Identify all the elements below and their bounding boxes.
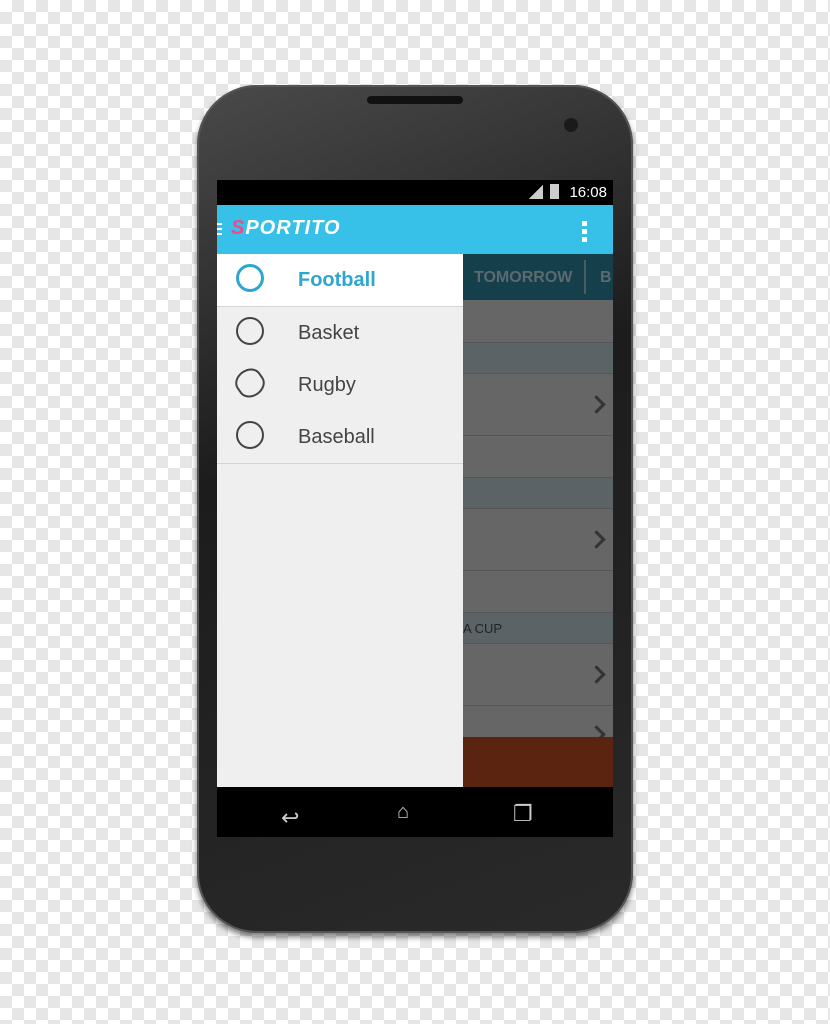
signal-icon (529, 185, 543, 199)
chevron-right-icon (587, 395, 606, 414)
drawer-item-label: Basket (298, 322, 360, 344)
app-logo[interactable]: SPORTITO (231, 217, 341, 240)
rugby-ball-icon (230, 363, 270, 403)
bottom-banner (463, 737, 613, 787)
list-row (463, 300, 613, 343)
match-row[interactable] (463, 509, 613, 571)
tab-divider (584, 260, 586, 294)
battery-icon (550, 184, 559, 199)
baseball-icon (236, 421, 264, 449)
tab-tomorrow[interactable]: TOMORROW (474, 269, 572, 287)
drawer-item-football[interactable]: Football (217, 254, 463, 307)
system-nav-bar: ↩ ⌂ ❐ (217, 787, 613, 837)
match-row[interactable] (463, 374, 613, 436)
front-camera (564, 118, 578, 132)
chevron-right-icon (587, 665, 606, 684)
app-bar: SPORTITO (217, 205, 613, 254)
tab-next[interactable]: B (600, 269, 612, 287)
basketball-icon (236, 317, 264, 345)
section-header-text: A CUP (463, 621, 503, 636)
more-vert-icon[interactable] (582, 221, 587, 226)
drawer-item-basket[interactable]: Basket (217, 307, 463, 360)
list-row (463, 571, 613, 613)
section-header (463, 343, 613, 374)
main-content-dimmed: TOMORROW B A CUP (463, 254, 613, 787)
navigation-drawer: Football Basket Rugby Baseball (217, 254, 463, 787)
screen: 16:08 SPORTITO TOMORROW B A CUP Football… (217, 180, 613, 837)
match-row[interactable] (463, 644, 613, 706)
back-icon[interactable]: ↩ (281, 805, 299, 831)
drawer-item-label: Football (298, 269, 376, 291)
recent-apps-icon[interactable]: ❐ (513, 801, 533, 827)
section-header: A CUP (463, 613, 613, 644)
drawer-item-label: Rugby (298, 374, 356, 396)
drawer-item-label: Baseball (298, 426, 375, 448)
section-header (463, 478, 613, 509)
match-row[interactable] (463, 706, 613, 744)
speaker-grille (367, 96, 463, 104)
list-row (463, 436, 613, 478)
drawer-item-rugby[interactable]: Rugby (217, 359, 463, 412)
status-time: 16:08 (569, 184, 607, 201)
hamburger-icon[interactable] (217, 223, 222, 225)
soccer-ball-icon (236, 264, 264, 292)
tab-bar: TOMORROW B (463, 254, 613, 300)
chevron-right-icon (587, 530, 606, 549)
home-icon[interactable]: ⌂ (397, 801, 409, 824)
status-bar: 16:08 (217, 180, 613, 205)
drawer-item-baseball[interactable]: Baseball (217, 411, 463, 464)
